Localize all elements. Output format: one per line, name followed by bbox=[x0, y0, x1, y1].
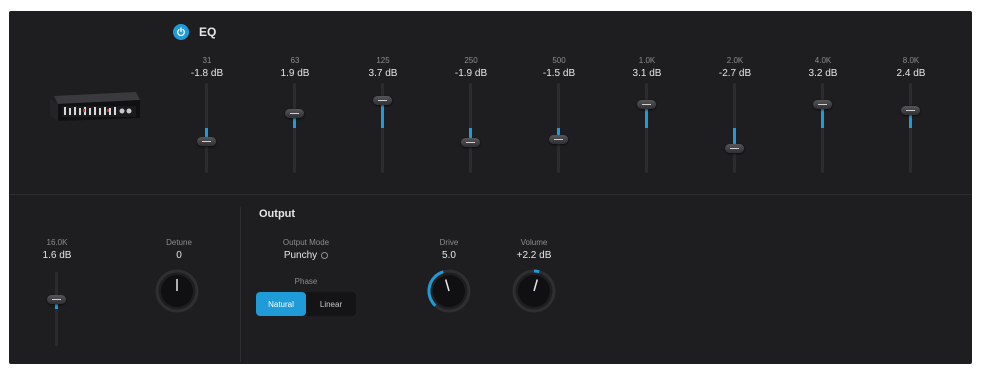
output-mode-label: Output Mode bbox=[282, 238, 330, 247]
band-frequency-label: 31 bbox=[202, 56, 212, 65]
band-frequency-label: 125 bbox=[376, 56, 390, 65]
detune-label: Detune bbox=[166, 238, 192, 247]
gain-slider-handle[interactable] bbox=[285, 109, 304, 119]
band-gain-value: -1.8 dB bbox=[190, 68, 224, 79]
band-gain-value: 3.2 dB bbox=[808, 68, 838, 79]
output-mode-selector[interactable]: Punchy bbox=[271, 250, 341, 261]
power-icon bbox=[177, 27, 185, 37]
volume-value: +2.2 dB bbox=[516, 250, 552, 261]
eq-plugin-panel: EQ 31 -1.8 dB 63 1.9 dB 125 3.7 dB 250 -1.9 dB 5… bbox=[9, 11, 972, 364]
gain-slider[interactable] bbox=[285, 83, 304, 173]
gain-slider-handle[interactable] bbox=[373, 95, 392, 105]
phase-label: Phase bbox=[294, 277, 318, 286]
band-frequency-label: 2.0K bbox=[726, 56, 744, 65]
power-button[interactable] bbox=[173, 24, 189, 40]
equalizer-hardware-image bbox=[50, 92, 140, 121]
volume-knob[interactable] bbox=[511, 268, 557, 314]
gain-slider-handle[interactable] bbox=[549, 134, 568, 144]
detune-knob[interactable] bbox=[154, 268, 200, 314]
gain-slider[interactable] bbox=[197, 83, 216, 173]
gain-slider[interactable] bbox=[813, 83, 832, 173]
gain-slider[interactable] bbox=[47, 272, 66, 346]
gain-slider[interactable] bbox=[549, 83, 568, 173]
drive-value: 5.0 bbox=[442, 250, 456, 261]
output-mode-value: Punchy bbox=[283, 250, 318, 261]
band-frequency-label: 8.0K bbox=[902, 56, 920, 65]
band-gain-value: 1.6 dB bbox=[42, 250, 72, 261]
drive-knob[interactable] bbox=[426, 268, 472, 314]
gain-slider-handle[interactable] bbox=[813, 99, 832, 109]
phase-natural-button[interactable]: Natural bbox=[256, 292, 306, 316]
volume-label: Volume bbox=[520, 238, 548, 247]
gain-slider-handle[interactable] bbox=[725, 143, 744, 153]
gain-slider[interactable] bbox=[461, 83, 480, 173]
gain-slider-handle[interactable] bbox=[47, 294, 66, 304]
band-gain-value: -1.5 dB bbox=[542, 68, 576, 79]
band-frequency-label: 16.0K bbox=[46, 238, 68, 247]
band-frequency-label: 500 bbox=[552, 56, 566, 65]
gain-slider[interactable] bbox=[637, 83, 656, 173]
band-gain-value: -2.7 dB bbox=[718, 68, 752, 79]
band-frequency-label: 63 bbox=[290, 56, 300, 65]
band-frequency-label: 250 bbox=[464, 56, 478, 65]
eq-title: EQ bbox=[199, 25, 217, 39]
dropdown-circle-icon bbox=[321, 251, 329, 259]
section-divider bbox=[9, 194, 972, 195]
band-frequency-label: 4.0K bbox=[814, 56, 832, 65]
drive-label: Drive bbox=[439, 238, 459, 247]
gain-slider-handle[interactable] bbox=[901, 105, 920, 115]
gain-slider[interactable] bbox=[901, 83, 920, 173]
band-gain-value: -1.9 dB bbox=[454, 68, 488, 79]
gain-slider-handle[interactable] bbox=[637, 100, 656, 110]
output-divider bbox=[240, 207, 241, 362]
gain-slider[interactable] bbox=[725, 83, 744, 173]
phase-linear-button[interactable]: Linear bbox=[306, 292, 356, 316]
band-gain-value: 2.4 dB bbox=[896, 68, 926, 79]
band-gain-value: 3.7 dB bbox=[368, 68, 398, 79]
output-title: Output bbox=[259, 208, 296, 220]
gain-slider[interactable] bbox=[373, 83, 392, 173]
eq-band-16.0k: 16.0K 1.6 dB bbox=[27, 238, 87, 358]
band-gain-value: 3.1 dB bbox=[632, 68, 662, 79]
band-frequency-label: 1.0K bbox=[638, 56, 656, 65]
detune-value: 0 bbox=[176, 250, 182, 261]
gain-slider-handle[interactable] bbox=[197, 137, 216, 146]
band-gain-value: 1.9 dB bbox=[280, 68, 310, 79]
phase-toggle: Natural Linear bbox=[256, 292, 356, 316]
gain-slider-handle[interactable] bbox=[461, 137, 480, 147]
